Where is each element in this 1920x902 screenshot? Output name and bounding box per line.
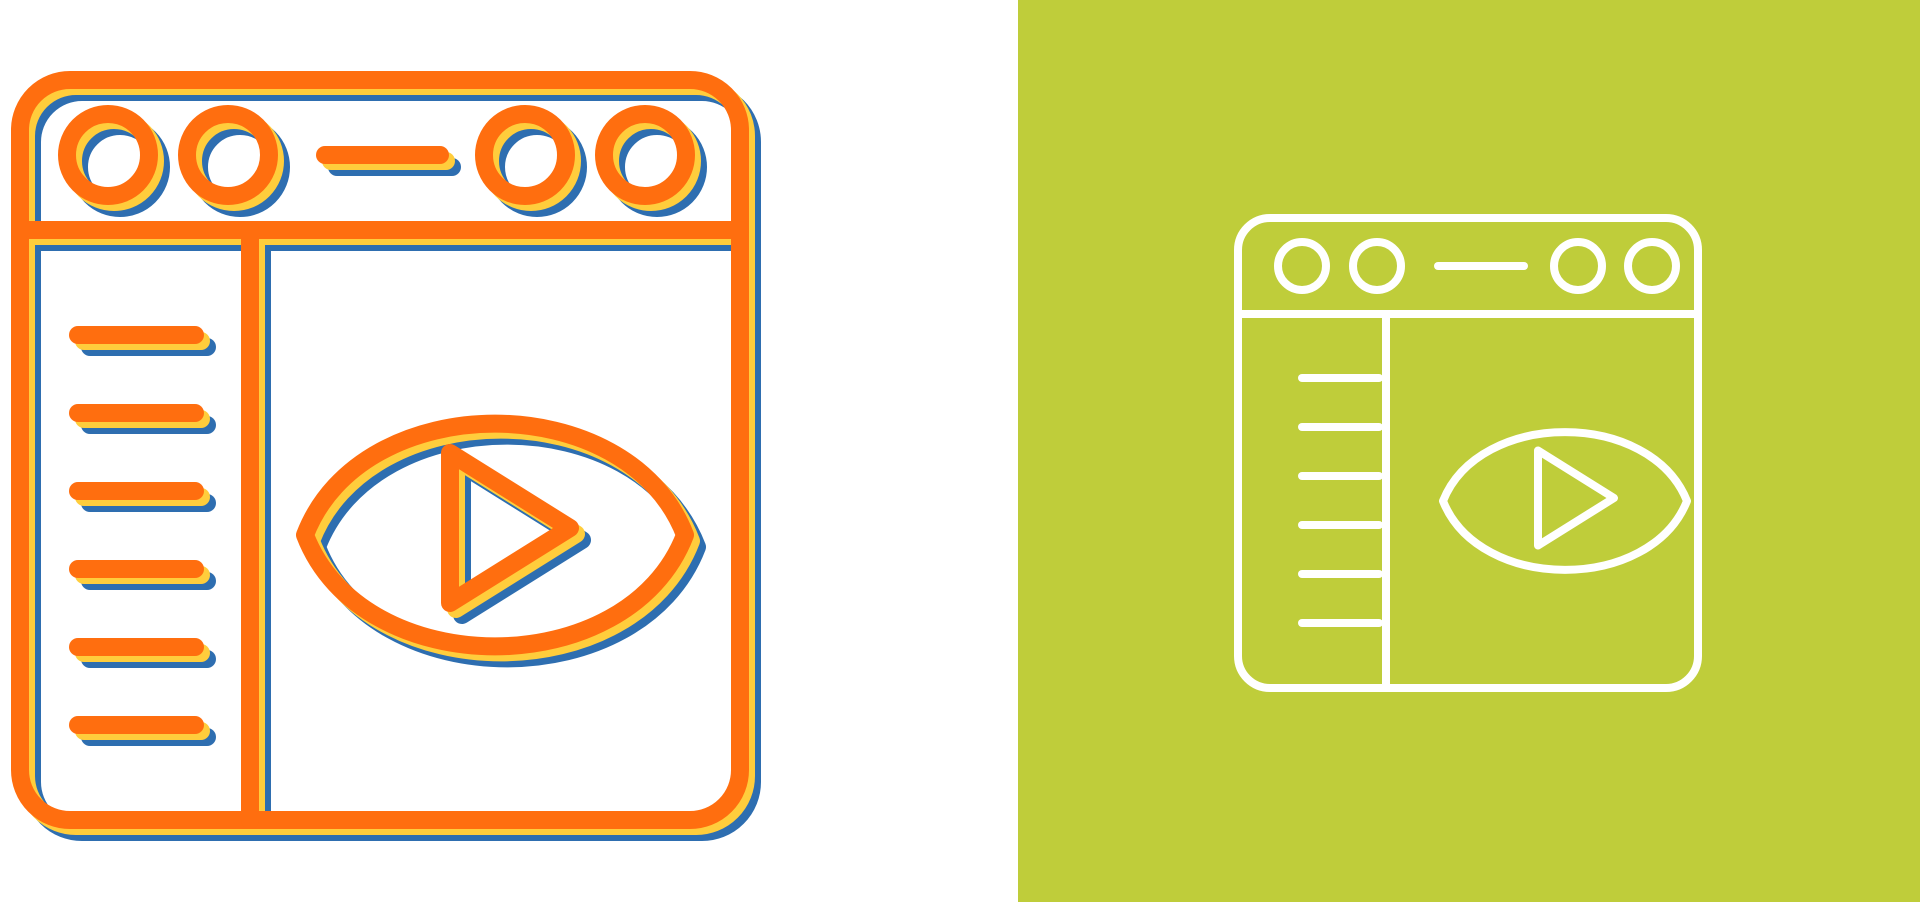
video-monitoring-browser-icon: [1234, 214, 1702, 692]
icon-line-layer: [1234, 214, 1702, 692]
title-bar-dot-4: [1624, 238, 1680, 294]
play-icon: [1534, 446, 1618, 550]
eye-icon: [1439, 428, 1691, 574]
title-bar-dot-2: [1349, 238, 1405, 294]
title-bar-dot-1: [1274, 238, 1330, 294]
icon-main-layer: [11, 71, 749, 829]
video-monitoring-browser-icon: [11, 71, 761, 841]
title-bar-dot-3: [1550, 238, 1606, 294]
color-icon-panel: [0, 0, 1018, 902]
eye-icon: [296, 414, 694, 656]
line-icon-panel: [1018, 0, 1920, 902]
